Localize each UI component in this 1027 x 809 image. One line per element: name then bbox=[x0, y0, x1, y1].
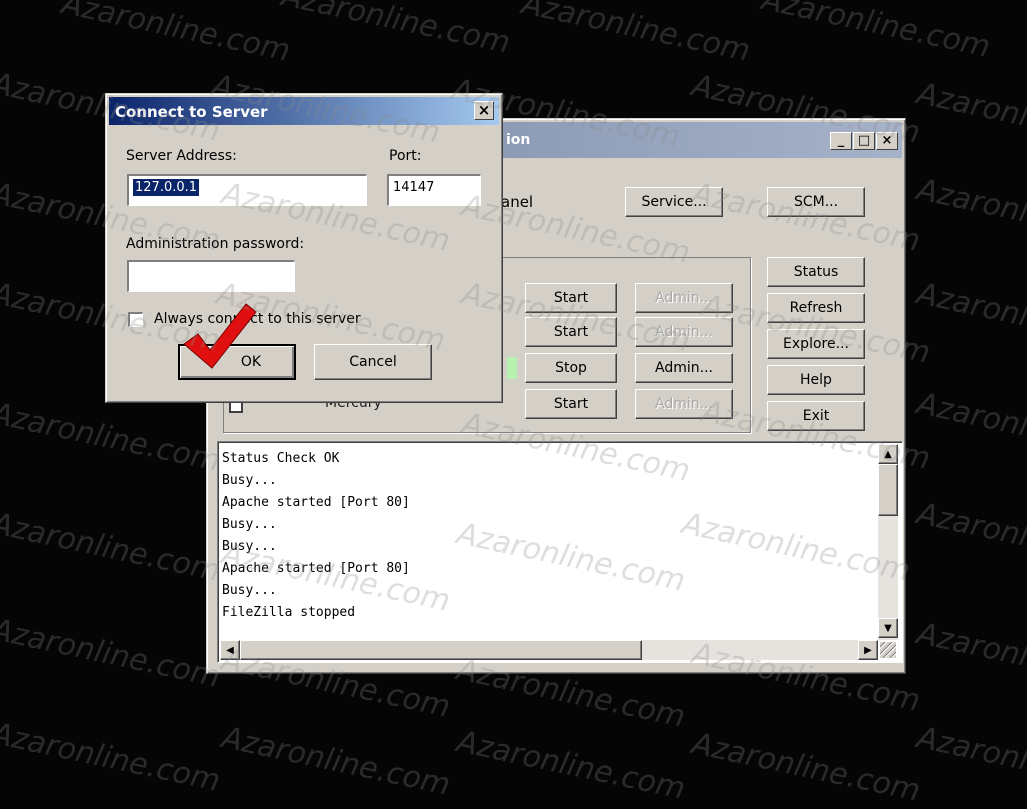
explore-button[interactable]: Explore... bbox=[767, 329, 865, 359]
close-icon[interactable]: × bbox=[474, 101, 494, 120]
server-address-label: Server Address: bbox=[126, 148, 237, 164]
close-icon[interactable]: × bbox=[876, 132, 898, 150]
module-admin-button[interactable]: Admin... bbox=[635, 389, 733, 419]
server-address-value: 127.0.0.1 bbox=[133, 179, 200, 196]
scroll-thumb-horizontal[interactable] bbox=[240, 640, 642, 660]
exit-button[interactable]: Exit bbox=[767, 401, 865, 431]
module-admin-button[interactable]: Admin... bbox=[635, 283, 733, 313]
dialog-title: Connect to Server bbox=[115, 103, 268, 121]
scroll-right-icon[interactable]: ▶ bbox=[858, 640, 878, 660]
log-line: Apache started [Port 80] bbox=[222, 495, 410, 510]
password-label: Administration password: bbox=[126, 236, 305, 252]
xampp-window-title: ion bbox=[506, 132, 531, 148]
log-line: Busy... bbox=[222, 517, 277, 532]
watermark: Azaronline.com bbox=[913, 616, 1027, 699]
port-label: Port: bbox=[389, 148, 422, 164]
maximize-icon[interactable]: □ bbox=[853, 132, 875, 150]
resize-grip-icon[interactable] bbox=[880, 642, 896, 658]
checkmark-icon bbox=[183, 303, 257, 369]
log-line: Status Check OK bbox=[222, 451, 340, 466]
server-address-input[interactable]: 127.0.0.1 bbox=[127, 174, 367, 206]
log-line: Busy... bbox=[222, 539, 277, 554]
minimize-icon[interactable]: _ bbox=[830, 132, 852, 150]
watermark: Azaronline.com bbox=[688, 726, 924, 809]
scroll-left-icon[interactable]: ◀ bbox=[220, 640, 240, 660]
port-input[interactable]: 14147 bbox=[387, 174, 481, 206]
refresh-button[interactable]: Refresh bbox=[767, 293, 865, 323]
watermark: Azaronline.com bbox=[0, 396, 224, 479]
watermark: Azaronline.com bbox=[453, 724, 689, 807]
cancel-button[interactable]: Cancel bbox=[314, 344, 432, 380]
scm-button[interactable]: SCM... bbox=[767, 187, 865, 217]
scroll-down-icon[interactable]: ▼ bbox=[878, 618, 898, 638]
running-status-indicator bbox=[507, 357, 517, 379]
status-button[interactable]: Status bbox=[767, 257, 865, 287]
scroll-thumb[interactable] bbox=[878, 464, 898, 516]
watermark: Azaronline.com bbox=[913, 496, 1027, 579]
log-lines: Status Check OK Busy... Apache started [… bbox=[222, 448, 872, 624]
watermark: Azaronline.com bbox=[0, 716, 224, 799]
watermark: Azaronline.com bbox=[218, 720, 454, 803]
watermark: Azaronline.com bbox=[518, 0, 754, 69]
help-button[interactable]: Help bbox=[767, 365, 865, 395]
module-admin-button[interactable]: Admin... bbox=[635, 317, 733, 347]
service-button[interactable]: Service... bbox=[625, 187, 723, 217]
watermark: Azaronline.com bbox=[0, 506, 224, 589]
watermark: Azaronline.com bbox=[913, 76, 1027, 159]
log-line: Apache started [Port 80] bbox=[222, 561, 410, 576]
log-vertical-scrollbar[interactable]: ▲ ▼ bbox=[878, 444, 898, 640]
log-horizontal-scrollbar[interactable]: ◀ ▶ bbox=[220, 640, 878, 660]
watermark: Azaronline.com bbox=[913, 386, 1027, 469]
port-value: 14147 bbox=[393, 180, 435, 195]
connect-to-server-dialog: Connect to Server × Server Address: 127.… bbox=[105, 93, 503, 403]
watermark: Azaronline.com bbox=[58, 0, 294, 69]
watermark: Azaronline.com bbox=[913, 720, 1027, 803]
always-connect-checkbox[interactable] bbox=[128, 312, 143, 327]
password-input[interactable] bbox=[127, 260, 295, 292]
control-panel-label: anel bbox=[501, 193, 534, 211]
log-line: Busy... bbox=[222, 583, 277, 598]
watermark: Azaronline.com bbox=[0, 612, 224, 695]
module-start-button[interactable]: Start bbox=[525, 389, 617, 419]
watermark: Azaronline.com bbox=[913, 276, 1027, 359]
watermark: Azaronline.com bbox=[913, 172, 1027, 255]
module-start-button[interactable]: Start bbox=[525, 317, 617, 347]
scroll-up-icon[interactable]: ▲ bbox=[878, 444, 898, 464]
log-output[interactable]: Status Check OK Busy... Apache started [… bbox=[217, 441, 903, 663]
module-admin-button[interactable]: Admin... bbox=[635, 353, 733, 383]
module-stop-button[interactable]: Stop bbox=[525, 353, 617, 383]
dialog-title-bar[interactable]: Connect to Server × bbox=[109, 97, 499, 125]
watermark: Azaronline.com bbox=[278, 0, 514, 61]
watermark: Azaronline.com bbox=[758, 0, 994, 65]
log-line: FileZilla stopped bbox=[222, 605, 356, 620]
log-line: Busy... bbox=[222, 473, 277, 488]
module-start-button[interactable]: Start bbox=[525, 283, 617, 313]
